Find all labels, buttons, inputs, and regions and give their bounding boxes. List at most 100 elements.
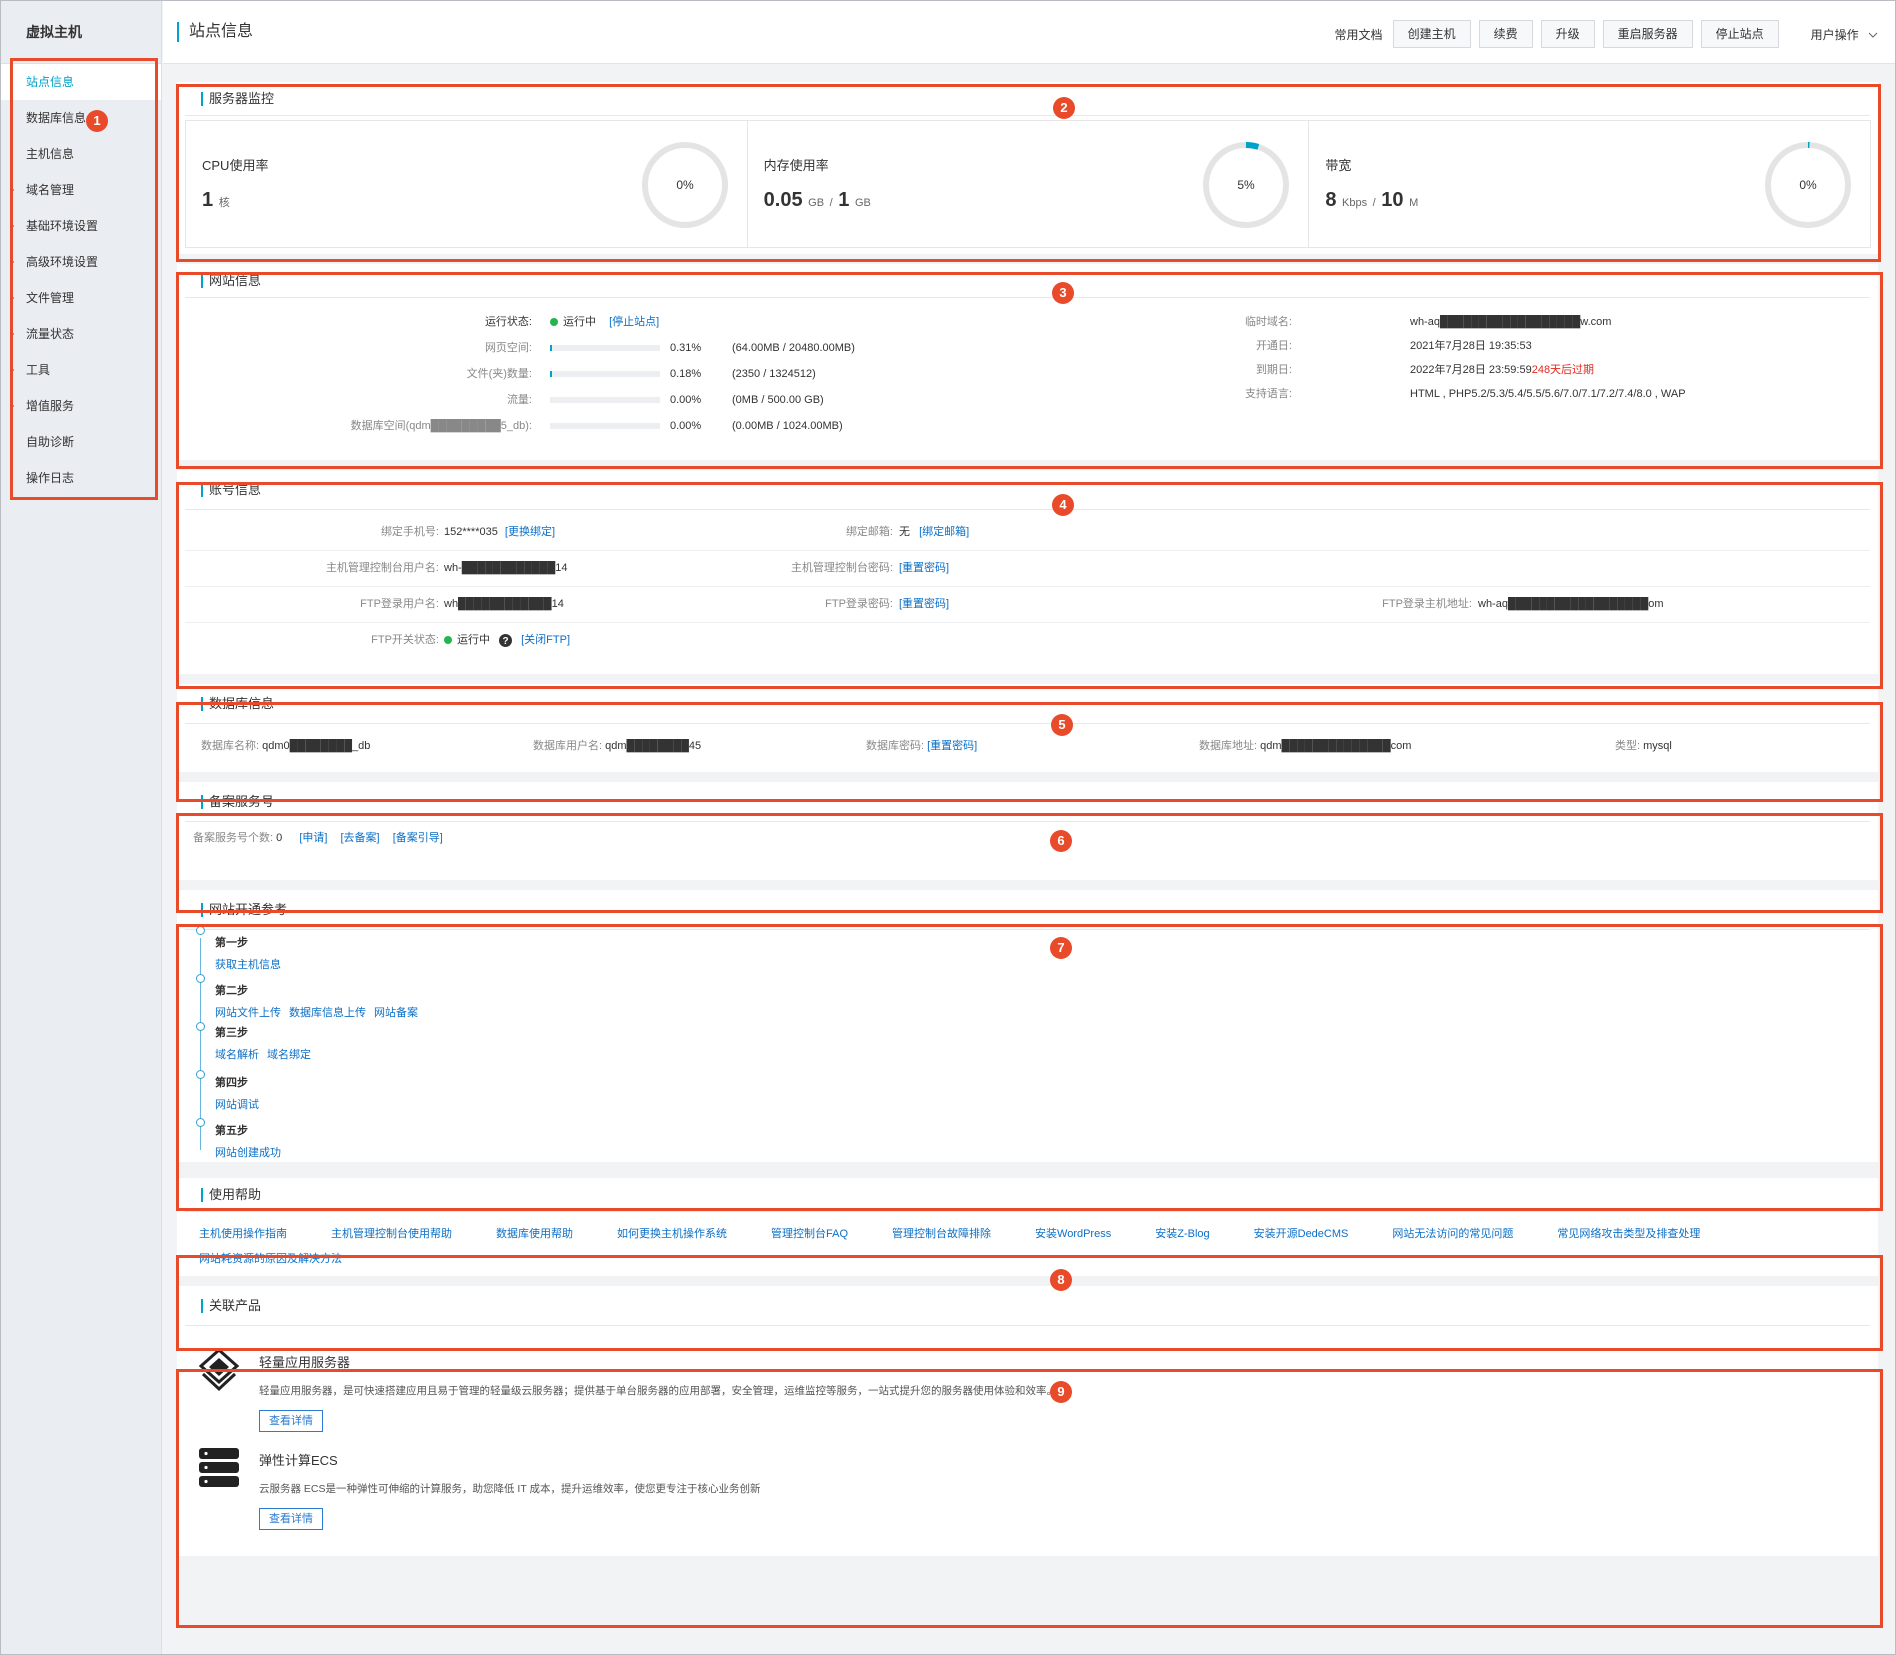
record-guide-link[interactable]: [备案引导]	[393, 832, 443, 844]
submenu-dot-icon	[12, 405, 14, 407]
sidebar-item-label: 数据库信息	[26, 111, 87, 125]
sidebar-item-basic-env[interactable]: 基础环境设置	[0, 208, 161, 244]
annotation-marker: 6	[1050, 830, 1072, 852]
sidebar-item-diagnosis[interactable]: 自助诊断	[0, 424, 161, 460]
files-usage: 0.18% (2350 / 1324512)	[550, 364, 816, 384]
help-link[interactable]: 主机管理控制台使用帮助	[331, 1224, 452, 1244]
reset-control-password-link[interactable]: [重置密码]	[899, 558, 949, 578]
reset-ftp-password-link[interactable]: [重置密码]	[899, 594, 949, 614]
site-info-panel: 网站信息 运行状态: 运行中 [停止站点] 网页空间: 0.31% (64.00M…	[177, 264, 1878, 460]
topbar: 站点信息 常用文档 创建主机 续费 升级 重启服务器 停止站点 用户操作	[163, 0, 1896, 64]
help-link[interactable]: 常见网络攻击类型及排查处理	[1557, 1224, 1700, 1244]
annotation-marker: 4	[1052, 494, 1074, 516]
close-ftp-link[interactable]: [关闭FTP]	[521, 634, 570, 646]
phone-value: 152****035	[444, 526, 498, 538]
status-label: 运行状态:	[484, 316, 532, 328]
files-detail: (2350 / 1324512)	[732, 368, 816, 380]
sidebar-item-value-added[interactable]: 增值服务	[0, 388, 161, 424]
db-user: 数据库用户名: qdm████████45	[533, 736, 701, 756]
db-space-label: 数据库空间(qdm█████████5_db):	[350, 420, 532, 432]
help-link[interactable]: 管理控制台故障排除	[892, 1224, 991, 1244]
status-value: 运行中 [停止站点]	[550, 312, 659, 332]
sidebar-item-domain[interactable]: 域名管理	[0, 172, 161, 208]
stop-site-button[interactable]: 停止站点	[1700, 20, 1779, 48]
memory-used-unit: GB	[808, 197, 825, 209]
annotation-marker: 7	[1050, 937, 1072, 959]
record-row: 备案服务号个数: 0 [申请] [去备案] [备案引导]	[193, 828, 443, 848]
site-record-link[interactable]: 网站备案	[374, 1007, 418, 1019]
guide-step: 第四步 网站调试	[215, 1074, 267, 1112]
main-content: 服务器监控 CPU使用率 1 核 0% 内存使用率 0.05 GB / 1 GB…	[177, 82, 1878, 1566]
reset-db-password-link[interactable]: [重置密码]	[927, 740, 977, 752]
annotation-marker: 2	[1053, 97, 1075, 119]
site-debug-link[interactable]: 网站调试	[215, 1099, 259, 1111]
memory-card: 内存使用率 0.05 GB / 1 GB 5%	[746, 120, 1310, 248]
status-dot-icon	[550, 318, 558, 327]
bandwidth-gauge: 0%	[1765, 142, 1852, 228]
upgrade-button[interactable]: 升级	[1540, 20, 1595, 48]
help-link[interactable]: 安装WordPress	[1035, 1224, 1111, 1244]
help-link[interactable]: 安装Z-Blog	[1155, 1224, 1209, 1244]
product-item: 弹性计算ECS 云服务器 ECS是一种弹性可伸缩的计算服务，助您降低 IT 成本…	[177, 1436, 1878, 1534]
bind-email-link[interactable]: [绑定邮箱]	[919, 526, 969, 538]
bind-domain-link[interactable]: 域名绑定	[267, 1049, 311, 1061]
sidebar-item-site-info[interactable]: 站点信息	[0, 64, 161, 100]
sidebar-item-label: 站点信息	[26, 75, 75, 89]
upload-db-link[interactable]: 数据库信息上传	[289, 1007, 366, 1019]
memory-total-unit: GB	[854, 197, 871, 209]
memory-label: 内存使用率	[763, 158, 829, 173]
traffic-detail: (0MB / 500.00 GB)	[732, 394, 824, 406]
sidebar-item-logs[interactable]: 操作日志	[0, 460, 161, 496]
stop-site-link[interactable]: [停止站点]	[609, 316, 659, 328]
help-links: 主机使用操作指南 主机管理控制台使用帮助 数据库使用帮助 如何更换主机操作系统 …	[177, 1212, 1878, 1274]
sidebar-item-tools[interactable]: 工具	[0, 352, 161, 388]
ftp-host-label: FTP登录主机地址:	[1382, 598, 1472, 610]
view-details-button[interactable]: 查看详情	[259, 1508, 323, 1530]
help-link[interactable]: 安装开源DedeCMS	[1254, 1224, 1349, 1244]
sidebar-item-label: 主机信息	[26, 147, 75, 161]
apply-record-link[interactable]: [申请]	[299, 832, 327, 844]
help-link[interactable]: 如何更换主机操作系统	[617, 1224, 727, 1244]
question-circle-icon[interactable]: ?	[499, 633, 513, 647]
get-host-info-link[interactable]: 获取主机信息	[215, 959, 281, 971]
create-host-button[interactable]: 创建主机	[1392, 20, 1471, 48]
memory-sep: /	[829, 197, 833, 209]
go-record-link[interactable]: [去备案]	[341, 832, 380, 844]
sidebar-item-label: 文件管理	[26, 291, 75, 305]
traffic-bar	[550, 397, 660, 404]
sidebar-item-host-info[interactable]: 主机信息	[0, 136, 161, 172]
help-link[interactable]: 管理控制台FAQ	[771, 1224, 848, 1244]
restart-server-button[interactable]: 重启服务器	[1602, 20, 1693, 48]
annotation-marker: 1	[86, 110, 108, 132]
help-link[interactable]: 网站耗资源的原因及解决方法	[199, 1249, 342, 1269]
panel-header: 网站信息	[185, 264, 1870, 298]
sidebar-item-files[interactable]: 文件管理	[0, 280, 161, 316]
view-details-button[interactable]: 查看详情	[259, 1410, 323, 1432]
product-name: 弹性计算ECS	[259, 1453, 338, 1468]
help-link[interactable]: 数据库使用帮助	[496, 1224, 573, 1244]
help-link[interactable]: 主机使用操作指南	[199, 1224, 287, 1244]
db-name-label: 数据库名称:	[201, 740, 260, 752]
user-menu[interactable]: 用户操作	[1811, 26, 1878, 43]
sidebar-item-traffic[interactable]: 流量状态	[0, 316, 161, 352]
panel-title: 使用帮助	[201, 1187, 261, 1202]
cpu-card: CPU使用率 1 核 0%	[185, 120, 748, 248]
products-panel: 关联产品 轻量应用服务器 轻量应用服务器，是可快速搭建应用且易于管理的轻量级云服…	[177, 1286, 1878, 1556]
docs-link[interactable]: 常用文档	[1335, 26, 1383, 43]
sidebar-item-database[interactable]: 数据库信息	[0, 100, 161, 136]
ftp-user-value: wh████████████14	[444, 598, 564, 610]
upload-files-link[interactable]: 网站文件上传	[215, 1007, 281, 1019]
renew-button[interactable]: 续费	[1478, 20, 1533, 48]
bandwidth-label: 带宽	[1325, 158, 1352, 173]
submenu-dot-icon	[12, 189, 14, 191]
help-link[interactable]: 网站无法访问的常见问题	[1392, 1224, 1513, 1244]
bandwidth-total: 10	[1381, 189, 1404, 211]
guide-step: 第五步 网站创建成功	[215, 1122, 289, 1160]
sidebar-item-advanced-env[interactable]: 高级环境设置	[0, 244, 161, 280]
submenu-dot-icon	[12, 333, 14, 335]
db-address-value: qdm██████████████com	[1260, 740, 1412, 752]
annotation-marker: 5	[1051, 714, 1073, 736]
dns-resolve-link[interactable]: 域名解析	[215, 1049, 259, 1061]
change-phone-link[interactable]: [更换绑定]	[505, 526, 555, 538]
site-created-link[interactable]: 网站创建成功	[215, 1147, 281, 1159]
